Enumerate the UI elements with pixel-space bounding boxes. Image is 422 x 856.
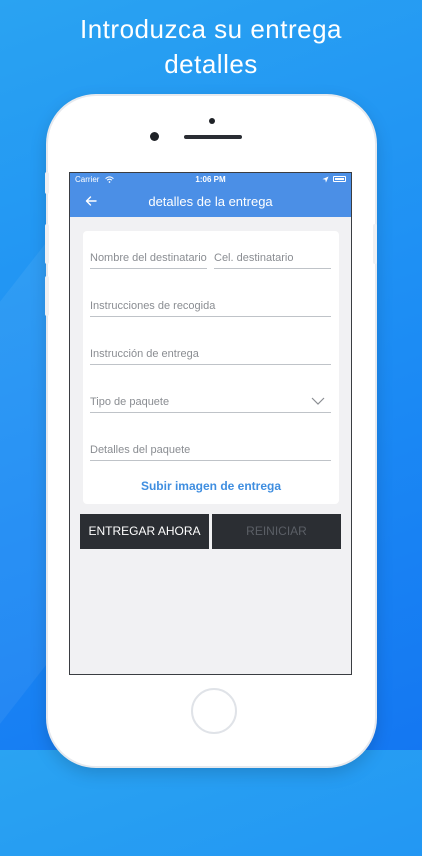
chevron-down-icon (311, 397, 325, 405)
package-type-select[interactable]: Tipo de paquete (90, 395, 331, 413)
nav-bar: detalles de la entrega (70, 187, 351, 217)
recipient-name-field[interactable]: Nombre del destinatario (90, 251, 207, 269)
delivery-instruction-placeholder: Instrucción de entrega (90, 348, 199, 360)
recipient-phone-field[interactable]: Cel. destinatario (214, 251, 331, 269)
headline: Introduzca su entrega detalles (0, 12, 422, 82)
headline-line-1: Introduzca su entrega (80, 14, 342, 44)
pickup-instructions-placeholder: Instrucciones de recogida (90, 300, 216, 312)
front-sensor (209, 118, 215, 124)
package-details-field[interactable]: Detalles del paquete (90, 443, 331, 461)
battery-icon (333, 176, 346, 182)
volume-down-button (45, 276, 49, 316)
earpiece-speaker (184, 135, 242, 139)
delivery-instruction-field[interactable]: Instrucción de entrega (90, 347, 331, 365)
status-bar: Carrier 1:06 PM (70, 173, 351, 187)
headline-line-2: detalles (164, 49, 258, 79)
package-details-placeholder: Detalles del paquete (90, 444, 191, 456)
recipient-phone-placeholder: Cel. destinatario (214, 252, 294, 264)
mute-switch (45, 172, 49, 194)
recipient-name-placeholder: Nombre del destinatario (90, 252, 207, 264)
deliver-now-button[interactable]: ENTREGAR AHORA (80, 514, 209, 549)
delivery-form-card: Nombre del destinatario Cel. destinatari… (83, 231, 339, 504)
power-button (373, 224, 377, 264)
volume-up-button (45, 224, 49, 264)
upload-image-link[interactable]: Subir imagen de entrega (83, 479, 339, 493)
app-screen: Carrier 1:06 PM detalles de la entrega N… (69, 172, 352, 675)
home-button[interactable] (191, 688, 237, 734)
status-time: 1:06 PM (195, 175, 226, 184)
front-camera (150, 132, 159, 141)
pickup-instructions-field[interactable]: Instrucciones de recogida (90, 299, 331, 317)
reset-button[interactable]: REINICIAR (212, 514, 341, 549)
package-type-placeholder: Tipo de paquete (90, 396, 170, 408)
location-arrow-icon (322, 176, 329, 183)
nav-title: detalles de la entrega (148, 194, 273, 209)
